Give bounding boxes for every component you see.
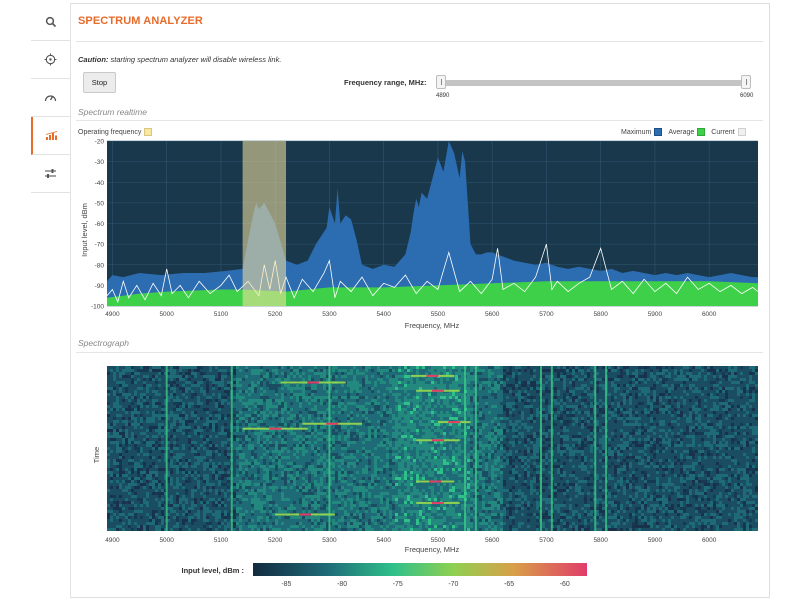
current-swatch: [737, 128, 746, 136]
legend-operating-label: Operating frequency: [78, 128, 142, 136]
average-swatch: [697, 128, 706, 136]
main-content: SPECTRUM ANALYZER Caution: starting spec…: [72, 3, 769, 597]
sidebar-item-settings[interactable]: [31, 155, 70, 193]
stop-button[interactable]: Stop: [83, 72, 116, 93]
sidebar-item-speed[interactable]: [31, 79, 70, 117]
sidebar: [31, 3, 71, 598]
legend-average-label[interactable]: Average: [668, 129, 694, 136]
spectrograph-divider: [76, 352, 763, 353]
realtime-divider: [76, 120, 763, 121]
operating-swatch: [144, 128, 153, 136]
caution-label: Caution:: [78, 55, 109, 64]
page-title: SPECTRUM ANALYZER: [78, 15, 203, 27]
spectrum-icon: [45, 130, 58, 140]
frequency-range-slider[interactable]: [439, 80, 751, 86]
spectrum-realtime-title: Spectrum realtime: [78, 107, 147, 117]
caution-text: starting spectrum analyzer will disable …: [108, 55, 282, 64]
spectrograph-title: Spectrograph: [78, 338, 130, 348]
frequency-range-label: Frequency range, MHz:: [344, 78, 427, 87]
sliders-icon: [45, 169, 56, 178]
legend-current-label[interactable]: Current: [711, 129, 734, 136]
sidebar-item-alignment[interactable]: [31, 41, 70, 79]
title-divider: [76, 41, 763, 42]
sidebar-item-search[interactable]: [31, 3, 70, 41]
legend-operating: Operating frequency: [78, 128, 153, 136]
legend-maximum-label[interactable]: Maximum: [621, 129, 651, 136]
maximum-swatch: [654, 128, 663, 136]
search-icon: [45, 16, 56, 27]
range-min-value: 4890: [436, 93, 450, 99]
crosshair-icon: [44, 53, 57, 66]
sidebar-item-spectrum[interactable]: [31, 117, 70, 155]
range-handle-min[interactable]: [436, 75, 446, 89]
legend-series: Maximum Average Current: [621, 128, 746, 136]
range-max-value: 6090: [740, 93, 754, 99]
range-handle-max[interactable]: [741, 75, 751, 89]
caution-message: Caution: starting spectrum analyzer will…: [78, 55, 281, 64]
gauge-icon: [44, 95, 57, 102]
